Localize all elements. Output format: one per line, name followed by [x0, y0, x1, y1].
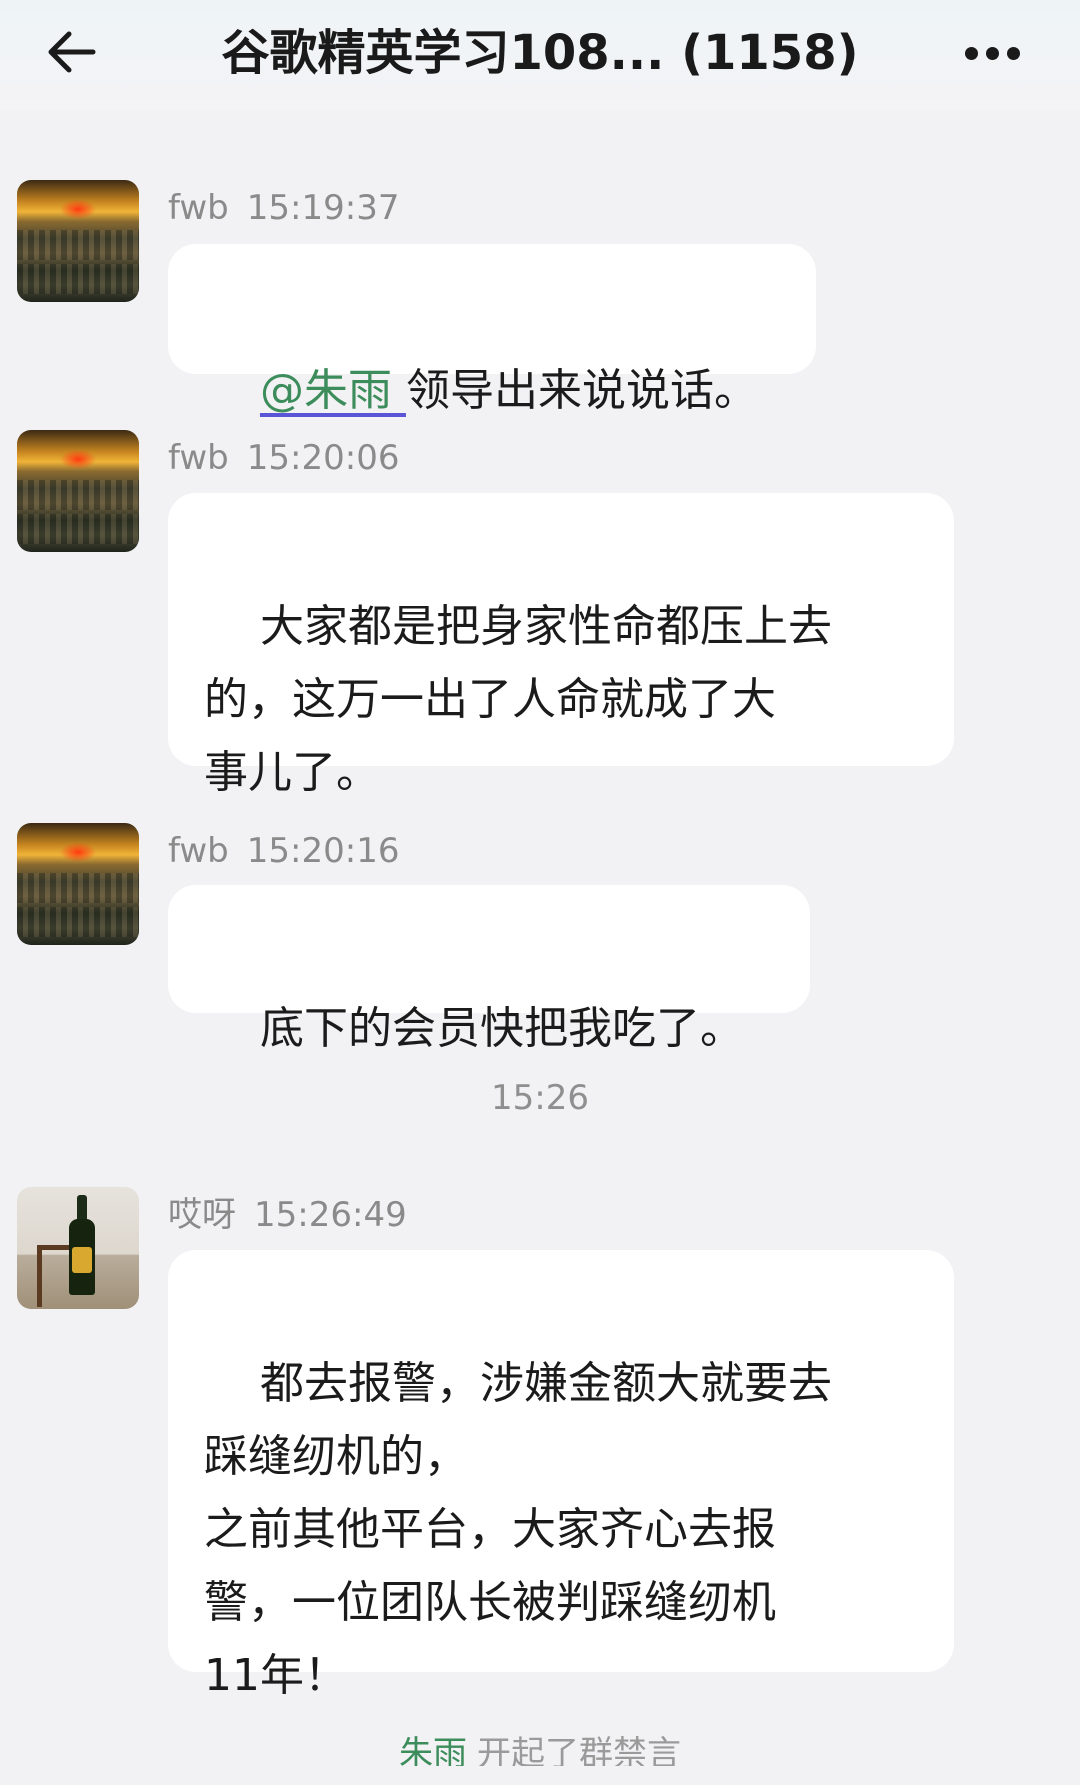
message-time: 15:20:06	[246, 438, 400, 478]
message-time: 15:20:16	[246, 831, 400, 871]
message-text: 大家都是把身家性命都压上去 的，这万一出了人命就成了大 事儿了。	[204, 601, 832, 798]
more-horizontal-icon	[964, 46, 978, 60]
message-time: 15:26:49	[254, 1195, 407, 1235]
message-text: 领导出来说说话。	[405, 365, 758, 416]
avatar-texture	[17, 873, 139, 903]
avatar-texture	[17, 514, 139, 544]
more-options-button[interactable]	[952, 28, 1032, 78]
message-text: 都去报警，涉嫌金额大就要去 踩缝纫机的， 之前其他平台，大家齐心去报 警，一位团…	[204, 1358, 832, 1701]
message-bubble[interactable]: 大家都是把身家性命都压上去 的，这万一出了人命就成了大 事儿了。	[168, 493, 954, 798]
message-meta: fwb 15:20:16	[168, 829, 399, 873]
avatar-texture	[17, 907, 139, 937]
avatar[interactable]	[17, 180, 139, 302]
message-bubble[interactable]: 底下的会员快把我吃了。	[168, 885, 810, 1054]
avatar[interactable]	[17, 1187, 139, 1309]
back-button[interactable]	[36, 22, 106, 82]
avatar-bottle	[69, 1195, 95, 1295]
message-meta: fwb 15:20:06	[168, 436, 399, 480]
sender-name[interactable]: fwb	[168, 188, 229, 228]
avatar-texture	[17, 230, 139, 260]
message-bubble[interactable]: @朱雨 领导出来说说话。	[168, 244, 816, 416]
message-text: 底下的会员快把我吃了。	[259, 1003, 744, 1054]
sender-name[interactable]: fwb	[168, 438, 229, 478]
message-meta: fwb 15:19:37	[168, 186, 399, 230]
message-bubble[interactable]: 都去报警，涉嫌金额大就要去 踩缝纫机的， 之前其他平台，大家齐心去报 警，一位团…	[168, 1250, 954, 1701]
more-dot	[1006, 46, 1020, 60]
avatar[interactable]	[17, 430, 139, 552]
avatar[interactable]	[17, 823, 139, 945]
notice-text: 开起了群禁言	[477, 1734, 681, 1766]
sender-name[interactable]: fwb	[168, 831, 229, 871]
message-meta: 哎呀 15:26:49	[168, 1193, 407, 1237]
chat-header: 谷歌精英学习108... (1158)	[0, 0, 1080, 110]
time-separator: 15:26	[491, 1078, 589, 1118]
bottle-label	[72, 1247, 92, 1273]
sender-name[interactable]: 哎呀	[168, 1195, 236, 1235]
system-notice: 朱雨 开起了群禁言	[0, 1726, 1080, 1766]
mention-link[interactable]: @朱雨	[260, 365, 406, 416]
chat-title: 谷歌精英学习108... (1158)	[221, 25, 859, 81]
avatar-texture	[17, 480, 139, 510]
more-dot	[985, 46, 999, 60]
avatar-texture	[17, 264, 139, 294]
notice-user[interactable]: 朱雨	[399, 1734, 467, 1766]
message-time: 15:19:37	[246, 188, 400, 228]
arrow-left-icon	[48, 31, 96, 73]
